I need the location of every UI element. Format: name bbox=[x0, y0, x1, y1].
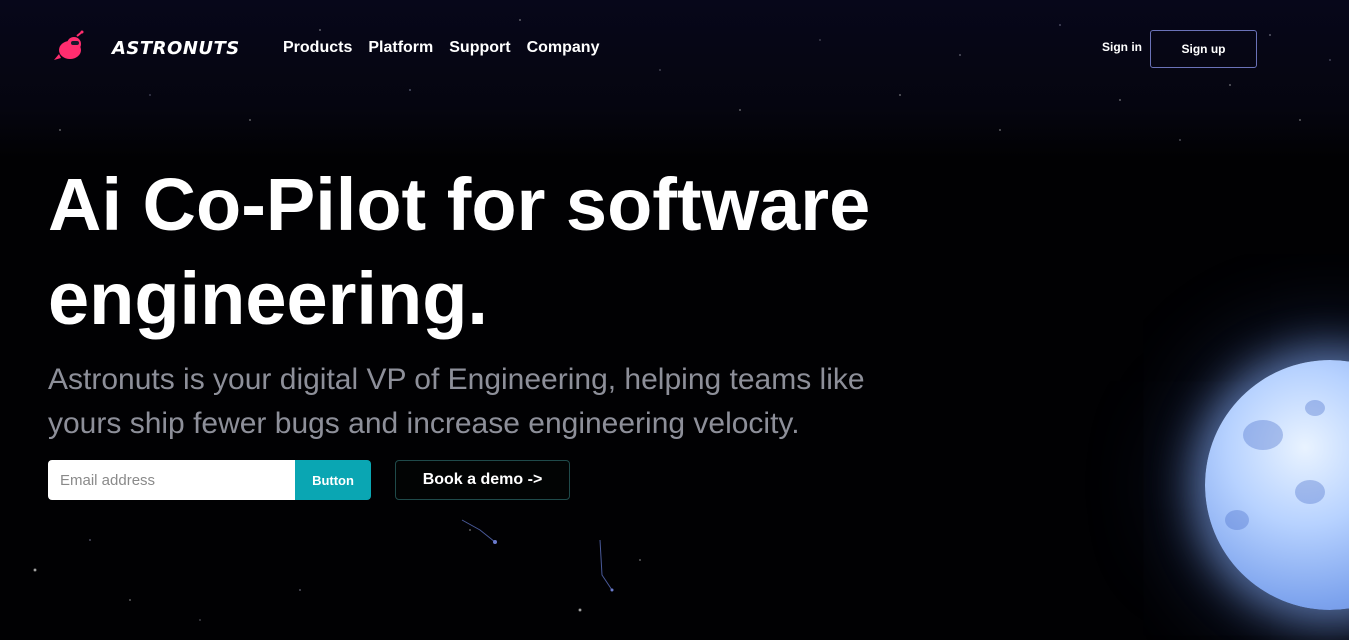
brand-logo[interactable] bbox=[52, 30, 88, 66]
nav-company[interactable]: Company bbox=[527, 39, 600, 57]
constellation-decoration bbox=[461, 519, 614, 592]
main-nav: Products Platform Support Company bbox=[283, 39, 599, 57]
landing-page: ASTRONUTS Products Platform Support Comp… bbox=[0, 0, 1349, 640]
astronaut-logo-icon bbox=[54, 30, 84, 60]
moon-crater bbox=[1243, 420, 1283, 450]
email-signup-form: Button bbox=[48, 460, 371, 500]
sign-in-link[interactable]: Sign in bbox=[1102, 40, 1142, 54]
sign-up-button[interactable]: Sign up bbox=[1150, 30, 1257, 68]
moon-crater bbox=[1305, 400, 1325, 416]
moon-illustration bbox=[1205, 360, 1349, 610]
nav-support[interactable]: Support bbox=[449, 39, 510, 57]
moon-crater bbox=[1225, 510, 1249, 530]
nav-products[interactable]: Products bbox=[283, 39, 352, 57]
starfield-background bbox=[0, 0, 1349, 158]
nav-platform[interactable]: Platform bbox=[368, 39, 433, 57]
email-input[interactable] bbox=[48, 460, 295, 500]
hero-title: Ai Co-Pilot for software engineering. bbox=[48, 163, 871, 340]
email-submit-button[interactable]: Button bbox=[295, 460, 371, 500]
moon-crater bbox=[1295, 480, 1325, 504]
book-demo-button[interactable]: Book a demo -> bbox=[395, 460, 570, 500]
hero-subtitle: Astronuts is your digital VP of Engineer… bbox=[48, 363, 865, 440]
brand-name[interactable]: ASTRONUTS bbox=[112, 38, 240, 59]
